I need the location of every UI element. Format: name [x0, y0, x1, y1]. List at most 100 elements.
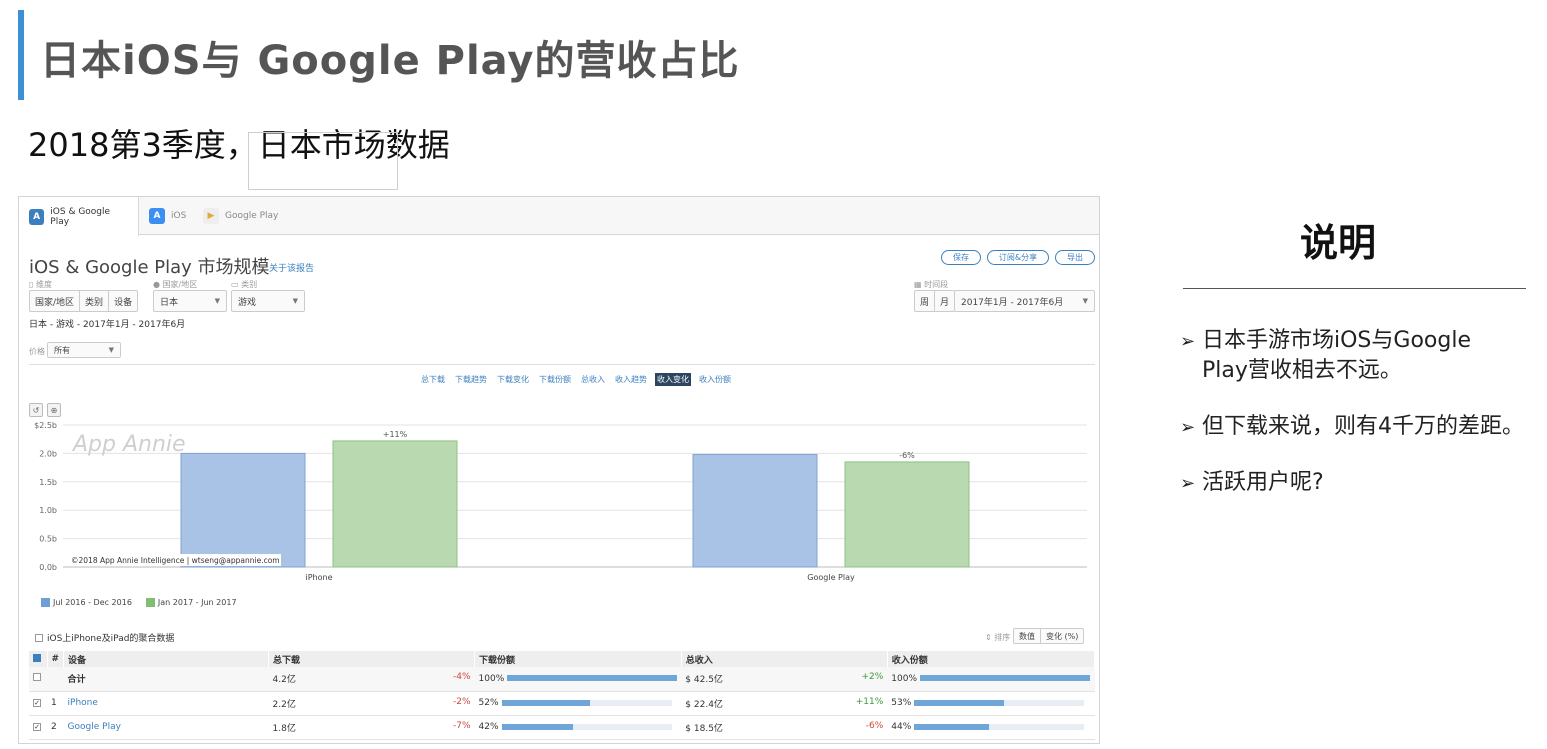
y-tick-label: 2.0b [39, 449, 57, 458]
export-button[interactable]: 导出 [1055, 250, 1095, 265]
price-select[interactable]: 所有 ▼ [47, 342, 121, 358]
subtab-total-revenue[interactable]: 总收入 [579, 373, 607, 386]
chevron-down-icon: ▼ [1082, 297, 1088, 305]
period-label: ▦ 时间段 [914, 280, 949, 289]
row-revenue-share: 100% [887, 667, 1095, 692]
subtab-revenue-change[interactable]: 收入变化 [655, 373, 691, 386]
table-row[interactable]: ✓ 2 Google Play 1.8亿 -7% 42% $ 18.5亿 -6% 44% [29, 715, 1095, 740]
share-bar [914, 699, 1085, 706]
dimension-category[interactable]: 类别 [80, 291, 110, 311]
chevron-down-icon: ▼ [292, 297, 298, 305]
subtab-download-share[interactable]: 下载份额 [537, 373, 573, 386]
period-week[interactable]: 周 [915, 291, 936, 311]
table-row[interactable]: 合计 4.2亿 -4% 100% $ 42.5亿 +2% 100% [29, 667, 1095, 692]
row-number: 1 [47, 691, 64, 716]
download-change: -4% [453, 672, 471, 683]
share-bar [501, 723, 672, 730]
subtab-download-change[interactable]: 下载变化 [495, 373, 531, 386]
title-accent-bar [18, 10, 24, 100]
x-tick-label: Google Play [807, 573, 855, 582]
sort-by-value[interactable]: 数值 [1014, 629, 1041, 643]
col-revenue-share[interactable]: 收入份额 [887, 651, 1096, 667]
share-bar [501, 699, 672, 706]
row-checkbox[interactable]: ✓ [29, 691, 47, 716]
col-revenue[interactable]: 总收入 [681, 651, 888, 667]
bar [180, 452, 306, 568]
row-device[interactable]: Google Play [63, 715, 269, 740]
download-change: -7% [453, 720, 471, 731]
country-select[interactable]: 日本 ▼ [153, 290, 227, 312]
row-device: 合计 [63, 667, 269, 692]
col-device[interactable]: 设备 [63, 651, 270, 667]
subtab-revenue-share[interactable]: 收入份额 [697, 373, 733, 386]
folder-icon: ▭ [231, 280, 239, 289]
aggregate-checkbox[interactable]: iOS上iPhone及iPad的聚合数据 [35, 631, 174, 644]
slide-title: 日本iOS与 Google Play的营收占比 [40, 38, 740, 84]
note-bullet-1: ➢ 日本手游市场iOS与Google Play营收相去不远。 [1180, 328, 1471, 383]
revenue-change: -6% [865, 720, 884, 731]
about-report-link[interactable]: 关于该报告 [269, 261, 314, 274]
notes-divider [1183, 288, 1526, 289]
row-checkbox[interactable]: ✓ [29, 715, 47, 740]
subtab-total-downloads[interactable]: 总下载 [419, 373, 447, 386]
row-downloads: 2.2亿 -2% [268, 691, 475, 716]
row-downloads: 1.8亿 -7% [268, 715, 475, 740]
row-download-share: 100% [474, 667, 682, 692]
y-tick-label: 1.0b [39, 506, 57, 515]
checkbox[interactable] [35, 633, 43, 642]
col-downloads[interactable]: 总下载 [268, 651, 476, 667]
row-revenue: $ 42.5亿 +2% [681, 667, 888, 692]
dimension-country[interactable]: 国家/地区 [30, 291, 81, 311]
select-all-cell[interactable] [29, 651, 48, 667]
row-download-share: 52% [474, 691, 682, 716]
page-title: iOS & Google Play 市场规模 [29, 257, 270, 278]
note-bullet-2: ➢ 但下载来说，则有4千万的差距。 [1180, 412, 1524, 442]
app-store-icon: A [149, 208, 165, 224]
save-button[interactable]: 保存 [941, 250, 981, 265]
platform-tabs: A iOS & Google Play A iOS ▶ Google Play [19, 197, 1099, 236]
dimension-group: 国家/地区 类别 设备 [29, 290, 139, 312]
row-device[interactable]: iPhone [63, 691, 269, 716]
sort-label: ⇕ 排序 [985, 633, 1011, 642]
dimension-device[interactable]: 设备 [109, 291, 137, 311]
sort-by-change[interactable]: 变化 (%) [1041, 629, 1083, 643]
y-tick-label: 0.5b [39, 535, 57, 544]
zoom-icon[interactable]: ⊕ [47, 403, 61, 417]
filter-breadcrumb: 日本 - 游戏 - 2017年1月 - 2017年6月 [29, 320, 186, 330]
row-download-share: 42% [474, 715, 682, 740]
data-label: -6% [899, 451, 915, 460]
legend-item-2[interactable]: Jan 2017 - Jun 2017 [145, 598, 237, 607]
device-table: # 设备 总下载 下载份额 总收入 收入份额 合计 4.2亿 -4% 100% $ 42… [29, 651, 1096, 740]
data-label: +11% [383, 430, 408, 439]
category-select[interactable]: 游戏 ▼ [231, 290, 305, 312]
share-bar [920, 675, 1091, 682]
reset-zoom-icon[interactable]: ↺ [29, 403, 43, 417]
revenue-change-chart: 0.0b 0.5b 1.0b 1.5b 2.0b $2.5b App Annie +11% iP… [34, 421, 1087, 582]
tab-ios-google-play[interactable]: A iOS & Google Play [19, 197, 139, 236]
note-bullet-3: ➢ 活跃用户呢? [1180, 468, 1324, 498]
price-label: 价格 [29, 347, 45, 356]
legend-item-1[interactable]: Jul 2016 - Dec 2016 [41, 598, 132, 607]
period-select[interactable]: 2017年1月 - 2017年6月 ▼ [954, 290, 1095, 312]
period-month[interactable]: 月 [935, 291, 954, 311]
table-row[interactable]: ✓ 1 iPhone 2.2亿 -2% 52% $ 22.4亿 +11% 53% [29, 691, 1095, 716]
dimension-label: ▯ 维度 [29, 280, 52, 289]
subscribe-share-button[interactable]: 订阅&分享 [987, 250, 1049, 265]
arrow-bullet-icon: ➢ [1180, 417, 1196, 438]
tab-google-play[interactable]: ▶ Google Play [193, 197, 288, 235]
google-play-icon: ▶ [203, 208, 219, 224]
row-checkbox[interactable] [29, 667, 47, 692]
metric-subtabs: 总下载 下载趋势 下载变化 下载份额 总收入 收入趋势 收入变化 收入份额 [419, 373, 733, 386]
revenue-change: +2% [861, 672, 884, 683]
subtab-download-trend[interactable]: 下载趋势 [453, 373, 489, 386]
row-downloads: 4.2亿 -4% [268, 667, 475, 692]
chart-legend: Jul 2016 - Dec 2016 Jan 2017 - Jun 2017 [41, 598, 237, 607]
tab-ios[interactable]: A iOS [139, 197, 196, 235]
subtab-revenue-trend[interactable]: 收入趋势 [613, 373, 649, 386]
row-revenue-share: 53% [887, 691, 1095, 716]
copyright-text: ©2018 App Annie Intelligence | wtseng@ap… [71, 556, 280, 565]
divider [29, 364, 1095, 365]
col-download-share[interactable]: 下载份额 [474, 651, 682, 667]
download-change: -2% [453, 696, 471, 707]
bar [844, 461, 970, 568]
